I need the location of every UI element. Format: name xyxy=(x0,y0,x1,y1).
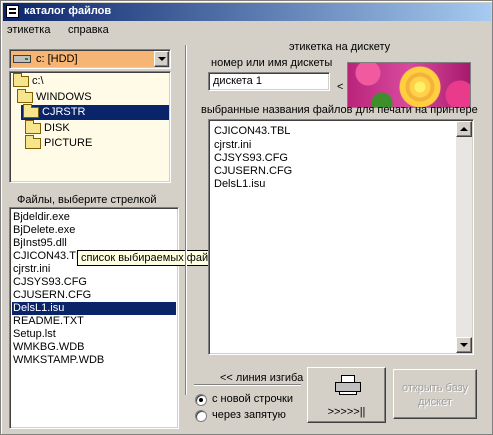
tree-item-label: PICTURE xyxy=(44,137,93,149)
drive-select-value: c: [HDD] xyxy=(36,53,78,65)
list-item[interactable]: CJSYS93.CFG xyxy=(13,276,87,289)
list-item[interactable]: BjDelete.exe xyxy=(13,224,75,237)
menu-label[interactable]: этикетка xyxy=(7,24,50,36)
menu-help[interactable]: справка xyxy=(68,24,109,36)
main-window: каталог файлов этикетка справка c: [HDD]… xyxy=(0,0,493,435)
tree-item-label: WINDOWS xyxy=(36,91,92,103)
folder-icon xyxy=(25,135,41,149)
tree-item[interactable]: DISK xyxy=(25,120,85,136)
radio-new-line[interactable] xyxy=(195,394,207,406)
vertical-scrollbar[interactable] xyxy=(456,121,472,353)
flower-image xyxy=(347,62,471,108)
list-item-selected[interactable]: DelsL1.isu xyxy=(12,302,176,315)
list-item[interactable]: WMKSTAMP.WDB xyxy=(13,354,104,367)
disk-label-arrow: < xyxy=(337,81,344,93)
list-item[interactable]: README.TXT xyxy=(13,315,84,328)
list-item[interactable]: BjInst95.dll xyxy=(13,237,67,250)
folder-icon xyxy=(25,120,41,134)
open-db-button-line2: дискет xyxy=(418,396,452,408)
print-file-list[interactable]: CJICON43.TBL cjrstr.ini CJSYS93.CFG CJUS… xyxy=(208,119,474,355)
drive-dropdown-button[interactable] xyxy=(154,51,169,67)
folder-tree[interactable]: c:\ WINDOWS CJRSTR DISK PICTURE xyxy=(9,71,171,183)
list-item[interactable]: cjrstr.ini xyxy=(214,139,251,151)
scroll-down-button[interactable] xyxy=(456,337,472,353)
list-item[interactable]: cjrstr.ini xyxy=(13,263,50,276)
open-db-button-line1: открыть базу xyxy=(401,382,469,394)
bend-line-divider xyxy=(194,384,301,386)
chevron-up-icon xyxy=(460,127,468,131)
bend-line-label: << линия изгиба xyxy=(219,372,305,384)
list-item[interactable]: Setup.lst xyxy=(13,328,56,341)
disk-name-value: дискета 1 xyxy=(213,75,262,87)
print-list-label: выбранные названия файлов для печати на … xyxy=(201,104,478,116)
hard-drive-icon xyxy=(13,55,31,63)
folder-open-icon xyxy=(13,73,29,87)
tree-item[interactable]: WINDOWS xyxy=(17,89,107,105)
file-list[interactable]: Bjdeldir.exe BjDelete.exe BjInst95.dll C… xyxy=(9,207,179,429)
tree-item-label: CJRSTR xyxy=(42,106,86,118)
title-bar[interactable]: каталог файлов xyxy=(3,3,491,21)
list-item[interactable]: DelsL1.isu xyxy=(214,178,265,190)
printer-icon xyxy=(335,375,361,395)
open-disk-database-button[interactable]: открыть базу дискет xyxy=(393,369,477,419)
folder-open-icon xyxy=(23,104,39,118)
tree-item[interactable]: c:\ xyxy=(13,73,73,89)
print-button-label: >>>>>|| xyxy=(327,406,366,418)
window-title: каталог файлов xyxy=(24,5,112,17)
list-item[interactable]: CJUSERN.CFG xyxy=(214,165,292,177)
app-icon xyxy=(6,5,19,18)
list-item[interactable]: WMKBG.WDB xyxy=(13,341,85,354)
folder-open-icon xyxy=(17,89,33,103)
tree-item-selected[interactable]: CJRSTR xyxy=(21,104,169,120)
chevron-down-icon xyxy=(460,343,468,347)
print-button[interactable]: >>>>>|| xyxy=(307,367,386,423)
list-item[interactable]: CJSYS93.CFG xyxy=(214,152,288,164)
scroll-up-button[interactable] xyxy=(456,121,472,137)
list-item[interactable]: CJICON43.TBL xyxy=(214,125,290,137)
radio-comma[interactable] xyxy=(195,410,207,422)
tree-item-label: DISK xyxy=(44,122,70,134)
disk-label-group-title: этикетка на дискету xyxy=(289,41,391,53)
drive-select[interactable]: c: [HDD] xyxy=(9,49,171,69)
files-section-label: Файлы, выберите стрелкой xyxy=(17,194,157,206)
list-item[interactable]: CJUSERN.CFG xyxy=(13,289,91,302)
tree-item-label: c:\ xyxy=(32,75,44,87)
vertical-divider xyxy=(185,45,187,395)
disk-name-input[interactable]: дискета 1 xyxy=(208,72,330,91)
radio-comma-label[interactable]: через запятую xyxy=(212,409,286,421)
tree-item[interactable]: PICTURE xyxy=(25,135,105,151)
chevron-down-icon xyxy=(158,57,166,61)
disk-name-label: номер или имя дискеты xyxy=(211,57,333,69)
list-item[interactable]: Bjdeldir.exe xyxy=(13,211,70,224)
radio-new-line-label[interactable]: с новой строчки xyxy=(212,393,293,405)
